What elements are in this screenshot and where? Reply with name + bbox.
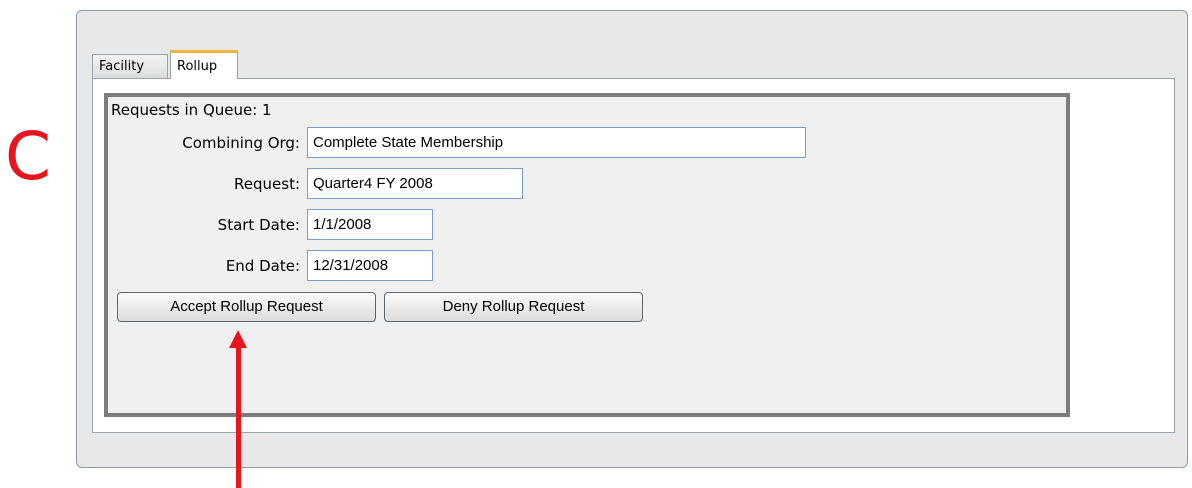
deny-rollup-request-button[interactable]: Deny Rollup Request: [384, 292, 643, 322]
start-date-field[interactable]: 1/1/2008: [307, 209, 433, 240]
tab-facility[interactable]: Facility: [92, 54, 168, 78]
request-label: Request:: [234, 175, 300, 193]
annotation-arrow: [236, 344, 241, 488]
tab-rollup[interactable]: Rollup: [170, 50, 238, 79]
accept-rollup-request-button[interactable]: Accept Rollup Request: [117, 292, 376, 322]
combining-org-field[interactable]: Complete State Membership: [307, 127, 806, 158]
combining-org-label: Combining Org:: [182, 134, 300, 152]
requests-in-queue-text: Requests in Queue: 1: [111, 101, 272, 119]
request-field[interactable]: Quarter4 FY 2008: [307, 168, 523, 199]
end-date-label: End Date:: [225, 257, 300, 275]
end-date-field[interactable]: 12/31/2008: [307, 250, 433, 281]
start-date-label: Start Date:: [217, 216, 300, 234]
